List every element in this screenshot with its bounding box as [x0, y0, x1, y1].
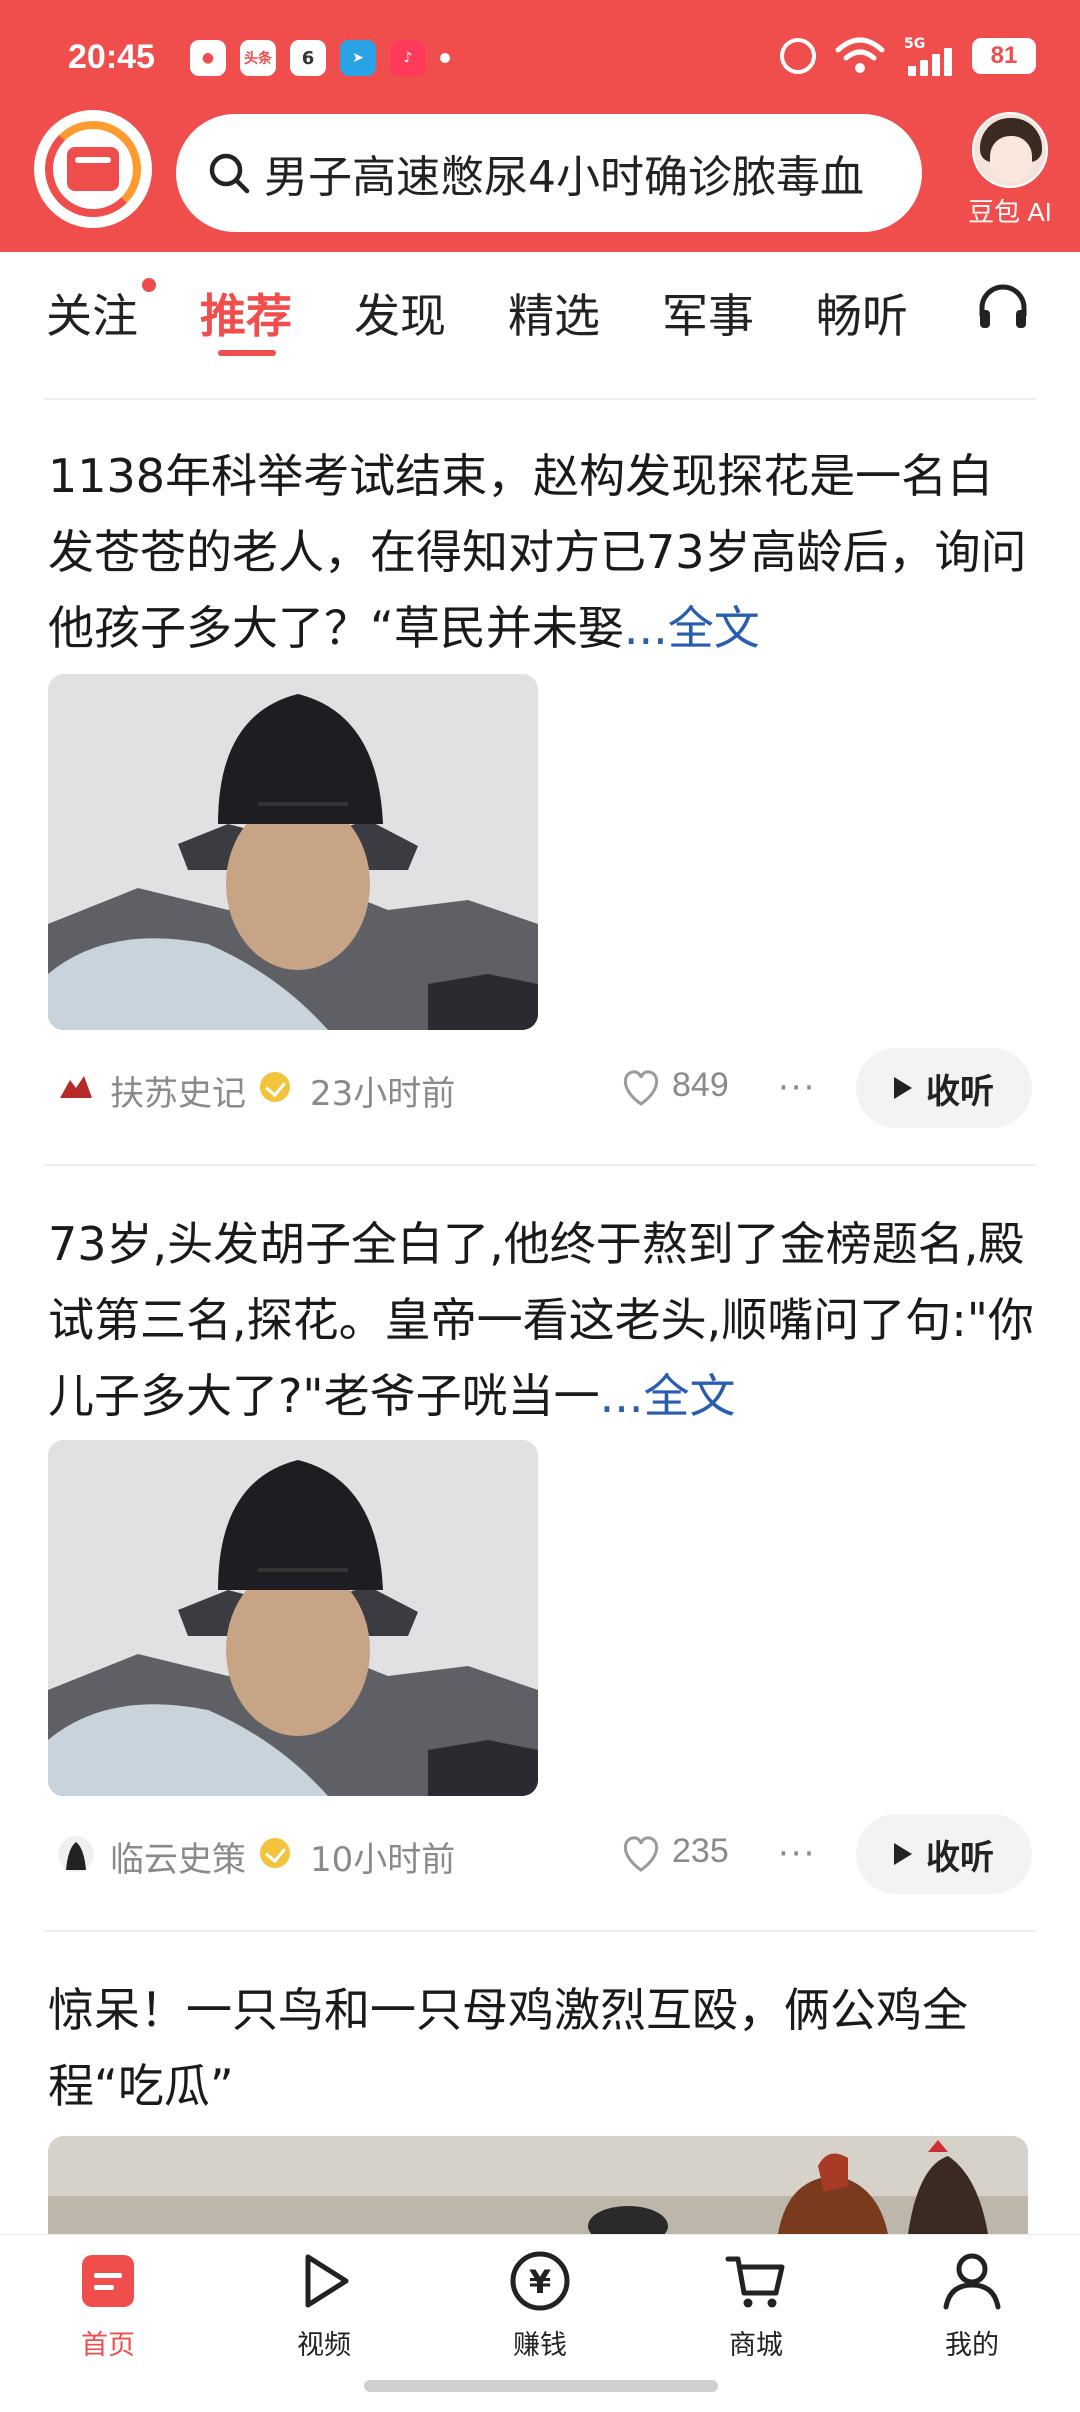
- tab-recommended[interactable]: 推荐: [200, 280, 292, 346]
- search-icon: [209, 153, 250, 194]
- more-options-icon[interactable]: ···: [778, 1834, 816, 1874]
- tab-listen[interactable]: 畅听: [816, 280, 908, 346]
- play-icon: [305, 2254, 349, 2308]
- play-icon: [894, 1843, 912, 1865]
- like-count: 849: [672, 1066, 729, 1104]
- tab-follow[interactable]: 关注: [46, 280, 138, 346]
- article-meta: 临云史策 10小时前 235 ··· 收听: [48, 1814, 1038, 1894]
- play-icon: [894, 1077, 912, 1099]
- video-thumbnail[interactable]: [48, 2136, 1028, 2234]
- divider: [44, 1164, 1036, 1166]
- calendar-app-icon: 6: [290, 40, 326, 76]
- divider: [44, 398, 1036, 400]
- scholar-photo: [48, 1440, 538, 1796]
- tab-featured[interactable]: 精选: [508, 280, 600, 346]
- read-more-link[interactable]: ...全文: [624, 601, 760, 655]
- verified-badge-icon: [260, 1072, 290, 1102]
- author-name[interactable]: 临云史策: [110, 1832, 246, 1881]
- active-tab-indicator: [218, 350, 276, 356]
- search-bar[interactable]: 男子高速憋尿4小时确诊脓毒血: [176, 114, 922, 232]
- article-thumbnail[interactable]: [48, 1440, 538, 1796]
- nav-profile-label: 我的: [945, 2330, 999, 2361]
- home-icon: [82, 2255, 134, 2307]
- doubao-ai-label: 豆包 AI: [968, 197, 1052, 227]
- more-notifications-dot: [440, 53, 450, 63]
- article-title[interactable]: 1138年科举考试结束，赵构发现探花是一名白发苍苍的老人，在得知对方已73岁高龄…: [48, 438, 1038, 666]
- wifi-icon: [835, 37, 885, 73]
- listen-label: 收听: [926, 1837, 994, 1878]
- battery-icon: 81: [972, 38, 1036, 74]
- more-options-icon[interactable]: ···: [778, 1068, 816, 1108]
- article-thumbnail[interactable]: [48, 674, 538, 1030]
- app-header: 20:45 ● 头条 6 ➤ ♪ 5G 81 男子高速憋尿4小时确诊脓毒血 豆包…: [0, 0, 1080, 252]
- listen-label: 收听: [926, 1071, 994, 1112]
- telegram-app-icon: ➤: [340, 40, 376, 76]
- author-name[interactable]: 扶苏史记: [110, 1066, 246, 1115]
- like-count: 235: [672, 1832, 729, 1870]
- music-app-icon: ♪: [390, 40, 426, 76]
- chickens-photo: [48, 2136, 1028, 2234]
- home-indicator[interactable]: [364, 2380, 718, 2392]
- author-avatar[interactable]: [56, 1834, 96, 1874]
- nav-mall-label: 商城: [729, 2330, 783, 2361]
- nav-mall[interactable]: 商城: [676, 2249, 836, 2362]
- verified-badge-icon: [260, 1838, 290, 1868]
- nav-home-label: 首页: [81, 2330, 135, 2361]
- toutiao-app-icon: 头条: [240, 40, 276, 76]
- nav-home[interactable]: 首页: [28, 2249, 188, 2362]
- cart-icon: [725, 2256, 785, 2308]
- profile-icon: [943, 2253, 1001, 2310]
- publish-time: 23小时前: [310, 1074, 456, 1114]
- search-query-text: 男子高速憋尿4小时确诊脓毒血: [264, 152, 864, 203]
- author-avatar[interactable]: [56, 1068, 96, 1108]
- listen-button[interactable]: 收听: [856, 1048, 1032, 1128]
- doubao-ai-button[interactable]: 豆包 AI: [954, 112, 1066, 229]
- status-indicators: 5G 81: [780, 36, 1036, 76]
- avatar: [972, 112, 1048, 188]
- svg-text:¥: ¥: [529, 2263, 551, 2301]
- like-icon[interactable]: [620, 1834, 662, 1874]
- yuan-icon: ¥: [510, 2251, 570, 2311]
- read-more-link[interactable]: ...全文: [600, 1369, 736, 1423]
- new-content-dot: [142, 278, 156, 292]
- like-icon[interactable]: [620, 1068, 662, 1108]
- category-tabs: 关注 推荐 发现 精选 军事 畅听: [0, 252, 1080, 398]
- nav-earn-label: 赚钱: [513, 2330, 567, 2361]
- notification-icons: ● 头条 6 ➤ ♪: [190, 40, 450, 76]
- status-time: 20:45: [68, 38, 155, 76]
- nav-earn[interactable]: ¥ 赚钱: [460, 2249, 620, 2362]
- cellular-signal-icon: 5G: [904, 36, 954, 76]
- scholar-photo: [48, 674, 538, 1030]
- tab-military[interactable]: 军事: [662, 280, 754, 346]
- status-bar: 20:45 ● 头条 6 ➤ ♪ 5G 81: [0, 0, 1080, 118]
- app-logo[interactable]: [34, 110, 152, 228]
- publish-time: 10小时前: [310, 1840, 456, 1880]
- article-title[interactable]: 惊呆！一只鸟和一只母鸡激烈互殴，俩公鸡全程“吃瓜”: [48, 1972, 1038, 2124]
- nav-video-label: 视频: [297, 2330, 351, 2361]
- article-meta: 扶苏史记 23小时前 849 ··· 收听: [48, 1048, 1038, 1128]
- tab-discover[interactable]: 发现: [354, 280, 446, 346]
- baidu-app-icon: ●: [190, 40, 226, 76]
- article-title[interactable]: 73岁,头发胡子全白了,他终于熬到了金榜题名,殿试第三名,探花。皇帝一看这老头,…: [48, 1206, 1038, 1434]
- nav-profile[interactable]: 我的: [892, 2249, 1052, 2362]
- divider: [44, 1930, 1036, 1932]
- nav-video[interactable]: 视频: [244, 2249, 404, 2362]
- listen-button[interactable]: 收听: [856, 1814, 1032, 1894]
- headphones-icon[interactable]: [976, 282, 1030, 332]
- alarm-icon: [780, 38, 816, 74]
